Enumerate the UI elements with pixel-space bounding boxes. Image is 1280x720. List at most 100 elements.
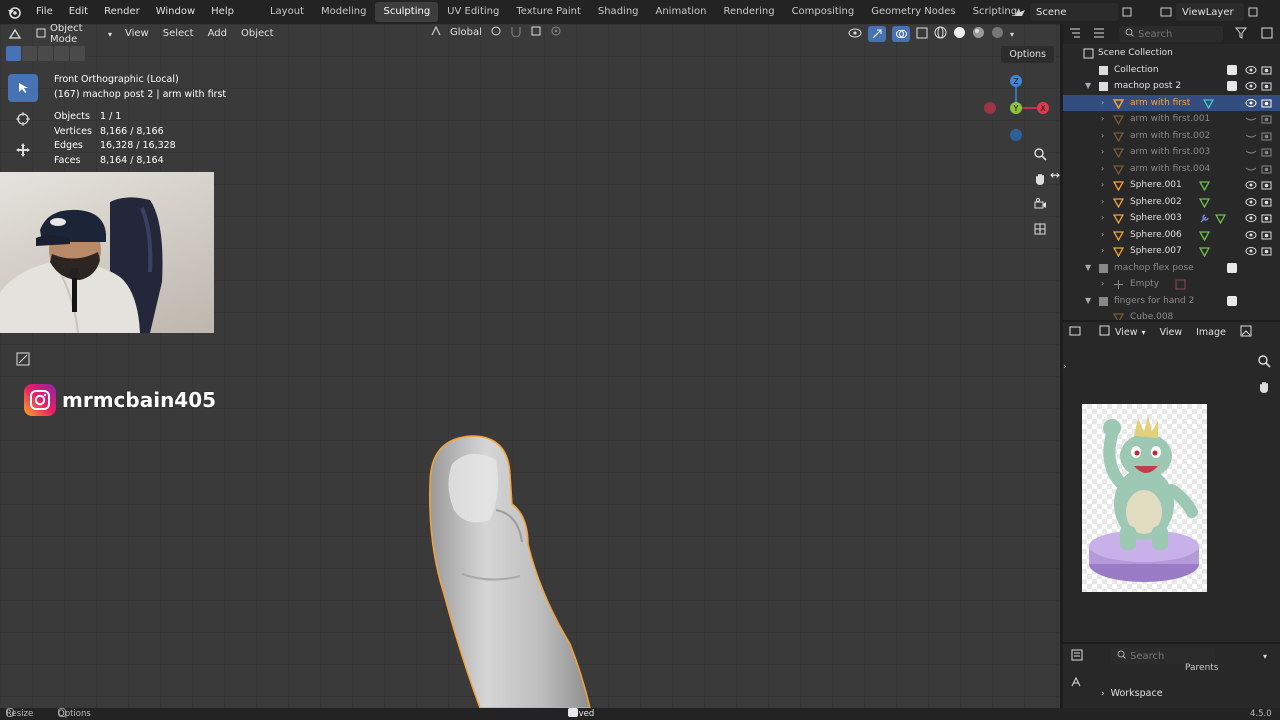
new-collection-icon[interactable] <box>1261 27 1273 42</box>
neg-z-axis-handle[interactable] <box>1010 129 1022 141</box>
image-zoom-icon[interactable] <box>1257 354 1271 371</box>
select-mode-extend-icon[interactable] <box>22 46 37 61</box>
image-view-mode-icon[interactable] <box>1099 325 1115 339</box>
display-mode-icon[interactable] <box>1093 27 1119 42</box>
cursor-tool-icon[interactable] <box>8 105 38 133</box>
outliner-row-arm-with-first[interactable]: › arm with first <box>1063 94 1280 112</box>
options-button[interactable]: Options <box>1001 46 1054 63</box>
tab-uv-editing[interactable]: UV Editing <box>439 2 507 22</box>
image-pan-hand-icon[interactable] <box>1257 380 1271 397</box>
properties-editor-type-icon[interactable] <box>1071 649 1111 664</box>
modifier-wrench-icon[interactable] <box>1199 213 1210 224</box>
workspace-section[interactable]: › Workspace <box>1101 688 1163 699</box>
3d-viewport[interactable]: Object Mode ▾ View Select Add Object Glo… <box>0 24 1060 708</box>
mesh-data-icon[interactable] <box>1198 180 1211 192</box>
gizmo-toggle-icon[interactable] <box>868 26 886 42</box>
tab-sculpting[interactable]: Sculpting <box>375 2 439 22</box>
outliner-row-collection[interactable]: Collection <box>1063 62 1280 79</box>
collapse-arrow-icon[interactable]: ▼ <box>1085 293 1091 310</box>
outliner-row-machop-post-2[interactable]: ▼ machop post 2 <box>1063 78 1280 95</box>
reference-image[interactable] <box>1082 404 1207 592</box>
image-browse-icon[interactable] <box>1240 325 1252 340</box>
exclude-checkbox[interactable] <box>1227 262 1237 273</box>
select-mode-intersect-icon[interactable] <box>70 46 85 61</box>
outliner-row-arm-with-first-004[interactable]: › arm with first.004 <box>1063 161 1280 178</box>
outliner-row-sphere-001[interactable]: › Sphere.001 <box>1063 177 1280 194</box>
exclude-checkbox[interactable] <box>1227 81 1237 91</box>
xray-toggle-icon[interactable] <box>916 27 928 42</box>
mesh-data-icon[interactable] <box>1202 98 1215 109</box>
sidebar-toggle-arrow-icon[interactable]: › <box>1063 362 1067 372</box>
outliner-editor-type-icon[interactable] <box>1069 27 1093 42</box>
expand-arrow-icon[interactable]: › <box>1101 161 1104 178</box>
expand-arrow-icon[interactable]: › <box>1101 194 1104 211</box>
image-editor-menu-view-dropdown[interactable]: View <box>1115 327 1138 338</box>
tab-texture-paint[interactable]: Texture Paint <box>508 2 589 22</box>
outliner-row-cube-008[interactable]: Cube.008 <box>1063 309 1280 320</box>
pivot-icon[interactable] <box>490 25 502 40</box>
expand-arrow-icon[interactable]: › <box>1101 128 1104 145</box>
select-mode-invert-icon[interactable] <box>54 46 69 61</box>
tab-shading[interactable]: Shading <box>590 2 647 22</box>
menu-window[interactable]: Window <box>148 0 203 24</box>
tab-layout[interactable]: Layout <box>262 2 312 22</box>
blender-logo-icon[interactable] <box>0 0 28 24</box>
copy-view-layer-icon[interactable] <box>1244 3 1262 21</box>
select-box-tool-icon[interactable] <box>8 74 38 102</box>
visibility-filter-icon[interactable] <box>848 27 862 42</box>
expand-arrow-icon[interactable]: › <box>1101 177 1104 194</box>
annotate-tool-icon[interactable] <box>14 350 32 368</box>
outliner-row-arm-with-first-002[interactable]: › arm with first.002 <box>1063 128 1280 145</box>
menu-edit[interactable]: Edit <box>61 0 96 24</box>
viewport-menu-view[interactable]: View <box>118 25 156 43</box>
perspective-toggle-icon[interactable] <box>1028 217 1052 241</box>
expand-arrow-icon[interactable]: › <box>1101 243 1104 260</box>
editor-type-icon[interactable] <box>0 25 30 43</box>
outliner-row-sphere-006[interactable]: › Sphere.006 <box>1063 227 1280 244</box>
expand-arrow-icon[interactable]: › <box>1101 95 1104 112</box>
expand-arrow-icon[interactable]: › <box>1101 227 1104 244</box>
chevron-down-icon[interactable]: ▾ <box>1263 652 1267 661</box>
viewport-menu-select[interactable]: Select <box>156 25 201 43</box>
outliner-search-field[interactable]: Search <box>1119 26 1223 42</box>
view-layer-field[interactable]: ViewLayer <box>1176 3 1244 21</box>
neg-x-axis-handle[interactable] <box>984 102 996 114</box>
menu-render[interactable]: Render <box>96 0 148 24</box>
scene-name-field[interactable]: Scene <box>1030 3 1118 21</box>
outliner-row-sphere-002[interactable]: › Sphere.002 <box>1063 194 1280 211</box>
expand-arrow-icon[interactable]: › <box>1101 276 1104 293</box>
navigation-gizmo[interactable]: Z X Y <box>980 70 1056 146</box>
viewport-menu-add[interactable]: Add <box>201 25 234 43</box>
outliner-row-machop-flex-pose[interactable]: ▼ machop flex pose <box>1063 260 1280 277</box>
scene-icon[interactable] <box>1010 3 1030 21</box>
solid-shading-icon[interactable] <box>953 26 966 42</box>
outliner-row-scene-collection[interactable]: Scene Collection <box>1063 45 1280 62</box>
properties-search-field[interactable]: Search <box>1111 648 1215 664</box>
overlays-toggle-icon[interactable] <box>892 26 910 42</box>
expand-arrow-icon[interactable]: › <box>1101 144 1104 161</box>
menu-help[interactable]: Help <box>203 0 242 24</box>
expand-arrow-icon[interactable]: › <box>1101 111 1104 128</box>
wireframe-shading-icon[interactable] <box>934 26 947 42</box>
image-editor-menu-image[interactable]: Image <box>1196 327 1226 338</box>
zoom-icon[interactable] <box>1028 142 1052 166</box>
expand-arrow-icon[interactable]: › <box>1101 210 1104 227</box>
view-layer-icon[interactable] <box>1156 3 1176 21</box>
tab-modeling[interactable]: Modeling <box>313 2 375 22</box>
tool-tab-icon[interactable] <box>1070 676 1082 691</box>
outliner-row-fingers-for-hand-2[interactable]: ▼ fingers for hand 2 <box>1063 293 1280 310</box>
tab-compositing[interactable]: Compositing <box>784 2 863 22</box>
mesh-data-icon[interactable] <box>1198 197 1211 208</box>
image-editor-type-icon[interactable] <box>1069 325 1099 340</box>
outliner-row-empty[interactable]: › Empty <box>1063 276 1280 293</box>
menu-file[interactable]: File <box>28 0 61 24</box>
mesh-data-icon[interactable] <box>1198 246 1211 258</box>
outliner-row-sphere-003[interactable]: › Sphere.003 <box>1063 210 1280 227</box>
constraint-icon[interactable] <box>1175 279 1186 290</box>
material-shading-icon[interactable] <box>972 26 985 42</box>
mesh-data-icon[interactable] <box>1198 230 1211 241</box>
orientation-dropdown[interactable]: Global <box>450 27 482 38</box>
exclude-checkbox[interactable] <box>1227 295 1237 306</box>
outliner-row-arm-with-first-001[interactable]: › arm with first.001 <box>1063 111 1280 128</box>
collapse-arrow-icon[interactable]: ▼ <box>1085 260 1091 277</box>
